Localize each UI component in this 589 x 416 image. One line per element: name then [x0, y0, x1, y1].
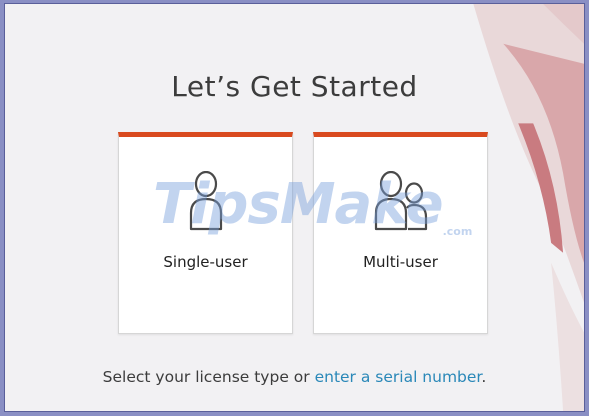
serial-number-link[interactable]: enter a serial number: [315, 368, 482, 386]
multi-user-label: Multi-user: [363, 253, 438, 271]
single-user-icon: [189, 171, 222, 231]
single-user-card[interactable]: Single-user: [118, 132, 293, 334]
footer-period: .: [481, 368, 487, 386]
single-user-label: Single-user: [163, 253, 248, 271]
page-title: Let’s Get Started: [171, 70, 418, 103]
multi-user-card[interactable]: Multi-user: [313, 132, 488, 334]
multi-user-icon: [374, 171, 427, 231]
license-footer: Select your license type or enter a seri…: [5, 368, 584, 386]
background-art: [473, 4, 584, 411]
license-dialog: Let’s Get Started Single-user Multi-user…: [4, 3, 585, 412]
footer-text: Select your license type or: [102, 368, 315, 386]
